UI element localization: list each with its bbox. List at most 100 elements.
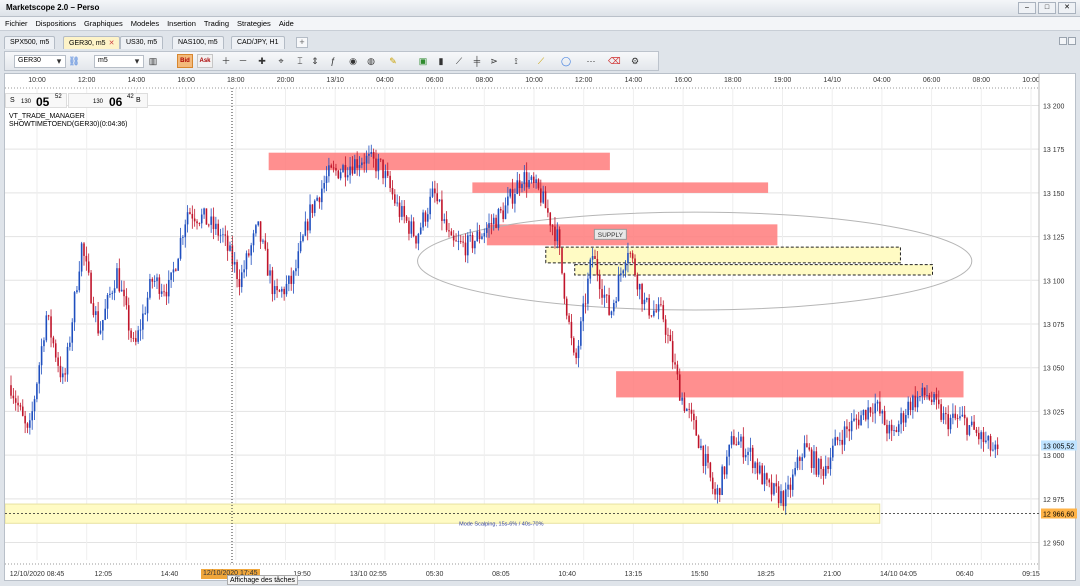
tab-spx500[interactable]: SPX500, m5 bbox=[4, 36, 56, 49]
candle-body bbox=[90, 272, 92, 304]
zoom-in-icon[interactable]: ＋ bbox=[220, 55, 232, 67]
ask-button[interactable]: Ask bbox=[197, 54, 213, 68]
menu-fichier[interactable]: Fichier bbox=[5, 19, 28, 28]
candle bbox=[945, 407, 947, 425]
candle bbox=[10, 375, 12, 399]
candle-body bbox=[928, 395, 931, 400]
candle-body bbox=[905, 415, 907, 423]
candle bbox=[160, 283, 163, 297]
scale-icon[interactable]: ⇕ bbox=[309, 55, 321, 67]
candle bbox=[186, 205, 189, 233]
chevron-down-icon[interactable]: ▾ bbox=[131, 55, 143, 67]
candle-body bbox=[648, 298, 650, 316]
candle-body bbox=[881, 410, 884, 414]
menu-strategies[interactable]: Strategies bbox=[237, 19, 271, 28]
crosshair-icon[interactable]: ⌖ bbox=[275, 55, 287, 67]
menu-graphiques[interactable]: Graphiques bbox=[84, 19, 123, 28]
candle-body bbox=[655, 310, 658, 312]
globe-alt-icon[interactable]: ◍ bbox=[365, 55, 377, 67]
candle bbox=[203, 207, 205, 219]
bars-icon[interactable]: ▮ bbox=[435, 55, 447, 67]
chevron-down-icon[interactable]: ▾ bbox=[53, 55, 65, 67]
menu-insertion[interactable]: Insertion bbox=[167, 19, 196, 28]
candle-body bbox=[945, 413, 947, 415]
fan-icon[interactable]: ⋗ bbox=[488, 55, 500, 67]
bid-button[interactable]: Bid bbox=[177, 54, 193, 68]
menu-aide[interactable]: Aide bbox=[279, 19, 294, 28]
sell-label: S bbox=[10, 97, 15, 104]
tab-cadjpy[interactable]: CAD/JPY, H1 bbox=[231, 36, 285, 49]
restore-chart-icon[interactable] bbox=[1059, 37, 1067, 45]
tab-ger30[interactable]: GER30, m5 ✕ bbox=[63, 36, 121, 49]
settings-icon[interactable]: ⚙ bbox=[629, 55, 641, 67]
fork-icon[interactable]: ⟟ bbox=[510, 55, 522, 67]
indicator-icon[interactable]: ƒ bbox=[327, 55, 339, 67]
tab-close-icon[interactable]: ✕ bbox=[109, 40, 115, 47]
marker-icon[interactable]: ⌶ bbox=[294, 55, 306, 67]
link-icon[interactable]: ⛓ bbox=[68, 55, 80, 67]
candle-body bbox=[551, 225, 554, 227]
candle-body bbox=[71, 322, 74, 343]
minimize-button[interactable]: – bbox=[1018, 2, 1036, 14]
candle-body bbox=[855, 418, 858, 420]
close-button[interactable]: ✕ bbox=[1058, 2, 1076, 14]
bottom-time-label: 12:05 bbox=[95, 571, 113, 578]
candle bbox=[24, 410, 26, 434]
candle-body bbox=[457, 241, 460, 242]
candle-body bbox=[485, 227, 488, 233]
globe-icon[interactable]: ◉ bbox=[347, 55, 359, 67]
candle-body bbox=[233, 262, 236, 265]
candle bbox=[417, 232, 420, 251]
candle bbox=[645, 297, 648, 303]
candle bbox=[655, 303, 658, 313]
sell-prefix: 130 bbox=[21, 99, 32, 105]
candle-body bbox=[801, 457, 803, 461]
candle-body bbox=[179, 237, 182, 259]
candle bbox=[189, 207, 191, 215]
close-chart-icon[interactable] bbox=[1068, 37, 1076, 45]
candle-body bbox=[568, 315, 570, 322]
menu-dispositions[interactable]: Dispositions bbox=[36, 19, 76, 28]
candle-body bbox=[497, 209, 500, 228]
tab-nas100[interactable]: NAS100, m5 bbox=[172, 36, 224, 49]
candle bbox=[125, 288, 128, 310]
candle bbox=[288, 275, 290, 292]
level-icon[interactable]: ╪ bbox=[471, 55, 483, 67]
menu-modeles[interactable]: Modeles bbox=[131, 19, 159, 28]
image-icon[interactable]: ▣ bbox=[417, 55, 429, 67]
menu-trading[interactable]: Trading bbox=[204, 19, 229, 28]
candle bbox=[667, 327, 669, 344]
candle bbox=[87, 253, 90, 276]
cursor-icon[interactable]: ✚ bbox=[256, 55, 268, 67]
trendline-icon[interactable]: ⟋ bbox=[453, 55, 465, 67]
zoom-out-icon[interactable]: － bbox=[237, 55, 249, 67]
candle-body bbox=[450, 231, 453, 236]
shape-icon[interactable]: ◯ bbox=[560, 55, 572, 67]
line-tool-icon[interactable]: ⟋ bbox=[535, 55, 547, 67]
candle bbox=[992, 442, 994, 452]
text-tool-icon[interactable]: ⋯ bbox=[585, 55, 597, 67]
candle bbox=[302, 234, 304, 243]
candle-body bbox=[342, 165, 344, 173]
candle-body bbox=[933, 394, 935, 403]
chart-type-icon[interactable]: ▥ bbox=[147, 55, 159, 67]
candle-body bbox=[704, 453, 707, 466]
candle-body bbox=[693, 413, 695, 421]
candle bbox=[768, 478, 771, 488]
task-view-button[interactable]: Affichage des tâches bbox=[227, 575, 298, 585]
price-chart[interactable]: 13 200 13 175 13 150 13 125 13 100 13 075 13 0… bbox=[4, 74, 1077, 582]
tab-us30[interactable]: US30, m5 bbox=[120, 36, 164, 49]
maximize-button[interactable]: □ bbox=[1038, 2, 1056, 14]
eraser-icon[interactable]: ⌫ bbox=[608, 55, 621, 67]
top-time-label: 14/10 bbox=[823, 77, 841, 84]
indicator-time-to-end[interactable]: SHOWTIMETOEND(GER30)(0:04:36) bbox=[9, 121, 128, 128]
chart-area[interactable]: 13 200 13 175 13 150 13 125 13 100 13 075 13 0… bbox=[4, 73, 1077, 582]
candle-body bbox=[872, 412, 874, 414]
candle bbox=[76, 285, 78, 294]
pencil-icon[interactable]: ✎ bbox=[387, 55, 399, 67]
indicator-trade-manager[interactable]: VT_TRADE_MANAGER bbox=[9, 113, 85, 120]
candle-body bbox=[149, 278, 151, 298]
candle-body bbox=[862, 410, 865, 416]
candle-body bbox=[791, 474, 794, 490]
add-tab-button[interactable]: + bbox=[296, 37, 308, 48]
